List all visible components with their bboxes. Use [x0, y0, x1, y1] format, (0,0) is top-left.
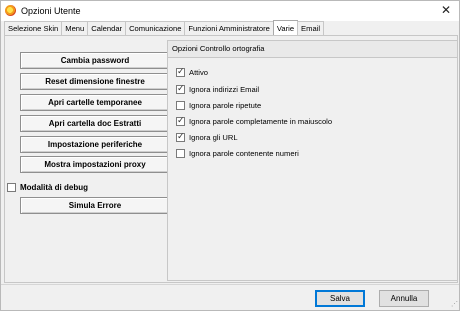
spellcheck-option-ignore-email[interactable]: Ignora indirizzi Email	[176, 83, 259, 95]
tab-bar: Selezione Skin Menu Calendar Comunicazio…	[4, 20, 325, 35]
option-label: Ignora parole contenente numeri	[189, 148, 299, 158]
open-temp-folders-button[interactable]: Apri cartelle temporanee	[20, 94, 170, 111]
title-bar: Opzioni Utente ✕	[1, 1, 459, 21]
spellcheck-option-ignore-urls[interactable]: Ignora gli URL	[176, 131, 238, 143]
save-button[interactable]: Salva	[315, 290, 365, 307]
option-checkbox[interactable]	[176, 131, 185, 142]
change-password-button[interactable]: Cambia password	[20, 52, 170, 69]
options-dialog: Opzioni Utente ✕ Selezione Skin Menu Cal…	[0, 0, 460, 311]
option-label: Ignora indirizzi Email	[189, 84, 260, 94]
tab-varie[interactable]: Varie	[272, 20, 299, 35]
cancel-button[interactable]: Annulla	[379, 290, 429, 307]
spellcheck-option-active[interactable]: Attivo	[176, 66, 208, 78]
spellcheck-options-panel: Opzioni Controllo ortografia Attivo Igno…	[167, 40, 458, 281]
tab-calendar[interactable]: Calendar	[87, 21, 127, 35]
debug-mode-label: Modalità di debug	[20, 182, 88, 192]
device-settings-button[interactable]: Impostazione periferiche	[20, 136, 170, 153]
option-label: Ignora parole ripetute	[189, 100, 262, 110]
option-checkbox[interactable]	[176, 83, 185, 94]
tab-comunicazione[interactable]: Comunicazione	[125, 21, 186, 35]
open-extracted-docs-folder-button[interactable]: Apri cartella doc Estratti	[20, 115, 170, 132]
spellcheck-option-ignore-uppercase[interactable]: Ignora parole completamente in maiuscolo	[176, 115, 332, 127]
tab-funzioni-amministratore[interactable]: Funzioni Amministratore	[184, 21, 274, 35]
option-label: Ignora parole completamente in maiuscolo	[189, 116, 333, 126]
reset-window-size-button[interactable]: Reset dimensione finestre	[20, 73, 170, 90]
tab-email[interactable]: Email	[297, 21, 325, 35]
footer-separator	[1, 284, 459, 285]
option-checkbox[interactable]	[176, 100, 185, 110]
spellcheck-panel-header: Opzioni Controllo ortografia	[168, 41, 457, 58]
option-label: Attivo	[189, 67, 208, 77]
tab-menu[interactable]: Menu	[61, 21, 89, 35]
debug-mode-checkbox-row[interactable]: Modalità di debug	[7, 181, 88, 193]
window-title: Opzioni Utente	[21, 6, 81, 16]
spellcheck-option-ignore-numbers[interactable]: Ignora parole contenente numeri	[176, 147, 299, 159]
resize-grip-icon[interactable]: ⋰	[450, 301, 458, 309]
tab-selezione-skin[interactable]: Selezione Skin	[4, 21, 63, 35]
debug-mode-checkbox[interactable]	[7, 182, 16, 192]
tab-page-varie: Cambia password Reset dimensione finestr…	[4, 35, 458, 283]
option-checkbox[interactable]	[176, 66, 185, 77]
option-label: Ignora gli URL	[189, 132, 238, 142]
option-checkbox[interactable]	[176, 115, 185, 126]
close-icon[interactable]: ✕	[439, 3, 453, 17]
simulate-error-button[interactable]: Simula Errore	[20, 197, 170, 214]
option-checkbox[interactable]	[176, 148, 185, 158]
spellcheck-option-ignore-repeated[interactable]: Ignora parole ripetute	[176, 99, 261, 111]
app-logo-icon	[5, 5, 16, 16]
show-proxy-settings-button[interactable]: Mostra impostazioni proxy	[20, 156, 170, 173]
